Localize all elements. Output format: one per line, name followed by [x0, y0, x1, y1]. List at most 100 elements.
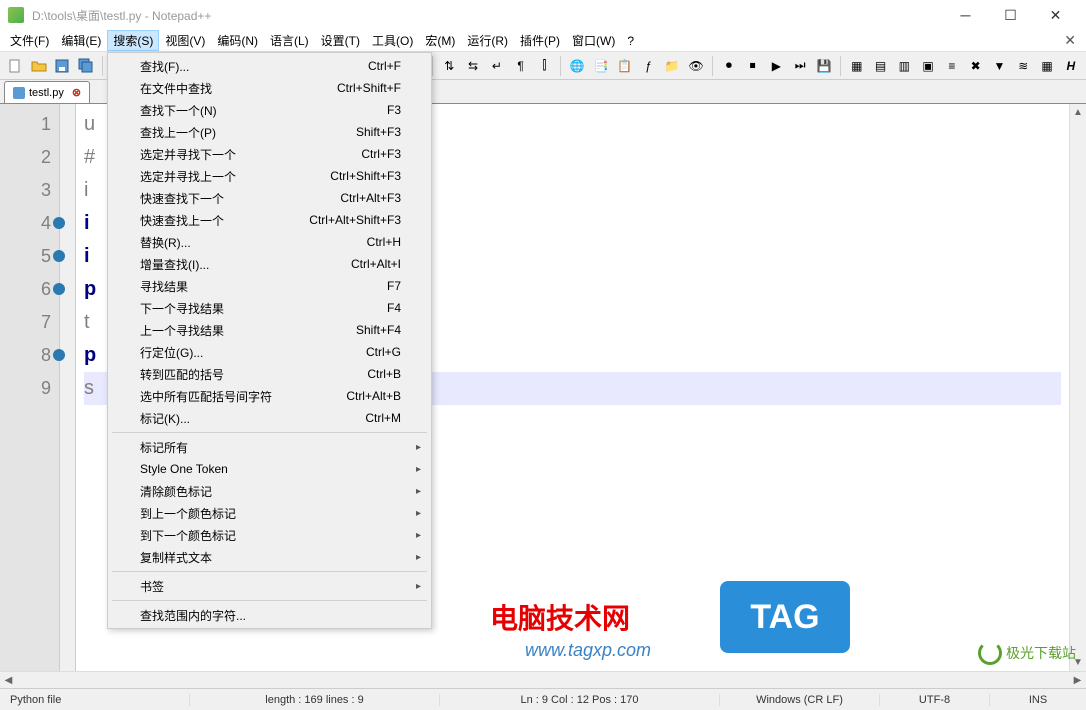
save-icon[interactable] — [52, 55, 74, 77]
menu-item-label: 快速查找下一个 — [140, 190, 224, 207]
menu-item-label: 快速查找上一个 — [140, 212, 224, 229]
menu-item[interactable]: 选定并寻找上一个Ctrl+Shift+F3 — [110, 165, 429, 187]
bookmark-icon — [53, 283, 65, 295]
menu-item[interactable]: 标记(K)...Ctrl+M — [110, 407, 429, 429]
menu-item[interactable]: Style One Token▸ — [110, 458, 429, 480]
menu-item[interactable]: 行定位(G)...Ctrl+G — [110, 341, 429, 363]
folder-view-icon[interactable]: 📁 — [661, 55, 683, 77]
menu-macro[interactable]: 宏(M) — [419, 30, 461, 51]
menu-item[interactable]: 查找上一个(P)Shift+F3 — [110, 121, 429, 143]
menu-item[interactable]: 到下一个颜色标记▸ — [110, 524, 429, 546]
menu-item-shortcut: Ctrl+F3 — [361, 147, 401, 161]
bookmark-icon — [53, 349, 65, 361]
save-all-icon[interactable] — [75, 55, 97, 77]
maximize-button[interactable]: ☐ — [988, 0, 1033, 30]
open-folder-icon[interactable] — [28, 55, 50, 77]
menu-item-label: 标记所有 — [140, 439, 188, 456]
menu-language[interactable]: 语言(L) — [264, 30, 315, 51]
menu-edit[interactable]: 编辑(E) — [55, 30, 107, 51]
menu-item[interactable]: 书签▸ — [110, 575, 429, 597]
new-file-icon[interactable] — [4, 55, 26, 77]
tb-extra5-icon[interactable]: ≡ — [941, 55, 963, 77]
tb-extra8-icon[interactable]: ≋ — [1012, 55, 1034, 77]
menu-item[interactable]: 选中所有匹配括号间字符Ctrl+Alt+B — [110, 385, 429, 407]
indent-guide-icon[interactable]: ⫿ — [534, 55, 556, 77]
language-icon[interactable]: 🌐 — [566, 55, 588, 77]
menu-settings[interactable]: 设置(T) — [315, 30, 366, 51]
menu-item[interactable]: 查找范围内的字符... — [110, 604, 429, 626]
menu-item[interactable]: 选定并寻找下一个 Ctrl+F3 — [110, 143, 429, 165]
menu-view[interactable]: 视图(V) — [159, 30, 211, 51]
menu-encoding[interactable]: 编码(N) — [211, 30, 264, 51]
vertical-scrollbar[interactable]: ▲ ▼ — [1069, 104, 1086, 671]
menu-item[interactable]: 替换(R)...Ctrl+H — [110, 231, 429, 253]
tb-extra4-icon[interactable]: ▣ — [917, 55, 939, 77]
scroll-up-icon[interactable]: ▲ — [1070, 104, 1086, 121]
play-icon[interactable]: ▶ — [766, 55, 788, 77]
menu-item-label: 转到匹配的括号 — [140, 366, 224, 383]
fold-margin — [60, 104, 76, 671]
menu-item-shortcut: Ctrl+G — [366, 345, 401, 359]
tb-extra1-icon[interactable]: ▦ — [846, 55, 868, 77]
menu-item[interactable]: 清除颜色标记▸ — [110, 480, 429, 502]
tb-extra3-icon[interactable]: ▥ — [893, 55, 915, 77]
menu-item[interactable]: 查找(F)...Ctrl+F — [110, 55, 429, 77]
menu-search[interactable]: 搜索(S) — [107, 30, 159, 51]
menu-item-label: 标记(K)... — [140, 410, 190, 427]
menu-tools[interactable]: 工具(O) — [366, 30, 419, 51]
menu-item-shortcut: Shift+F4 — [356, 323, 401, 337]
tab-close-icon[interactable]: ⊗ — [72, 86, 81, 99]
show-all-icon[interactable]: ¶ — [510, 55, 532, 77]
menu-item[interactable]: 查找下一个(N)F3 — [110, 99, 429, 121]
function-list-icon[interactable]: ƒ — [638, 55, 660, 77]
wrap-icon[interactable]: ↵ — [486, 55, 508, 77]
play-multi-icon[interactable]: ⏭ — [789, 55, 811, 77]
menu-item-shortcut: Shift+F3 — [356, 125, 401, 139]
menu-help[interactable]: ? — [621, 32, 640, 50]
tb-extra2-icon[interactable]: ▤ — [870, 55, 892, 77]
search-dropdown: 查找(F)...Ctrl+F在文件中查找Ctrl+Shift+F查找下一个(N)… — [107, 52, 432, 629]
minimize-button[interactable]: ─ — [943, 0, 988, 30]
save-macro-icon[interactable]: 💾 — [813, 55, 835, 77]
menu-run[interactable]: 运行(R) — [461, 30, 514, 51]
horizontal-scrollbar[interactable]: ◀ ▶ — [0, 671, 1086, 688]
menu-item[interactable]: 在文件中查找Ctrl+Shift+F — [110, 77, 429, 99]
line-number: 1 — [0, 108, 51, 141]
menu-plugins[interactable]: 插件(P) — [514, 30, 566, 51]
menu-item[interactable]: 上一个寻找结果Shift+F4 — [110, 319, 429, 341]
statusbar: Python file length : 169 lines : 9 Ln : … — [0, 688, 1086, 710]
menu-item[interactable]: 增量查找(I)...Ctrl+Alt+I — [110, 253, 429, 275]
tab-file[interactable]: testl.py ⊗ — [4, 81, 90, 103]
menu-item-label: 选定并寻找下一个 — [140, 146, 236, 163]
menu-item[interactable]: 快速查找上一个Ctrl+Alt+Shift+F3 — [110, 209, 429, 231]
doc-map-icon[interactable]: 📑 — [590, 55, 612, 77]
monitor-icon[interactable]: 👁 — [685, 55, 707, 77]
watermark-url: www.tagxp.com — [525, 640, 651, 661]
tb-extra10-icon[interactable]: H — [1060, 55, 1082, 77]
close-document-button[interactable]: ✕ — [1058, 32, 1082, 49]
menu-item[interactable]: 复制样式文本▸ — [110, 546, 429, 568]
close-button[interactable]: ✕ — [1033, 0, 1078, 30]
menu-item-shortcut: Ctrl+Shift+F — [337, 81, 401, 95]
sync-v-icon[interactable]: ⇅ — [438, 55, 460, 77]
tb-extra6-icon[interactable]: ✖ — [965, 55, 987, 77]
stop-icon[interactable]: ⏹ — [742, 55, 764, 77]
doc-list-icon[interactable]: 📋 — [614, 55, 636, 77]
menu-item[interactable]: 寻找结果F7 — [110, 275, 429, 297]
menu-item[interactable]: 转到匹配的括号Ctrl+B — [110, 363, 429, 385]
menu-item[interactable]: 快速查找下一个Ctrl+Alt+F3 — [110, 187, 429, 209]
scroll-left-icon[interactable]: ◀ — [0, 672, 17, 688]
swirl-icon — [978, 641, 1002, 665]
tb-extra9-icon[interactable]: ▦ — [1036, 55, 1058, 77]
menu-window[interactable]: 窗口(W) — [566, 30, 621, 51]
record-icon[interactable]: ⏺ — [718, 55, 740, 77]
sync-h-icon[interactable]: ⇆ — [462, 55, 484, 77]
tb-extra7-icon[interactable]: ▼ — [989, 55, 1011, 77]
tab-label: testl.py — [29, 87, 64, 99]
menu-item[interactable]: 到上一个颜色标记▸ — [110, 502, 429, 524]
menu-item[interactable]: 标记所有▸ — [110, 436, 429, 458]
menu-item-label: 增量查找(I)... — [140, 256, 209, 273]
menu-item[interactable]: 下一个寻找结果F4 — [110, 297, 429, 319]
menu-file[interactable]: 文件(F) — [4, 30, 55, 51]
scroll-right-icon[interactable]: ▶ — [1069, 672, 1086, 688]
